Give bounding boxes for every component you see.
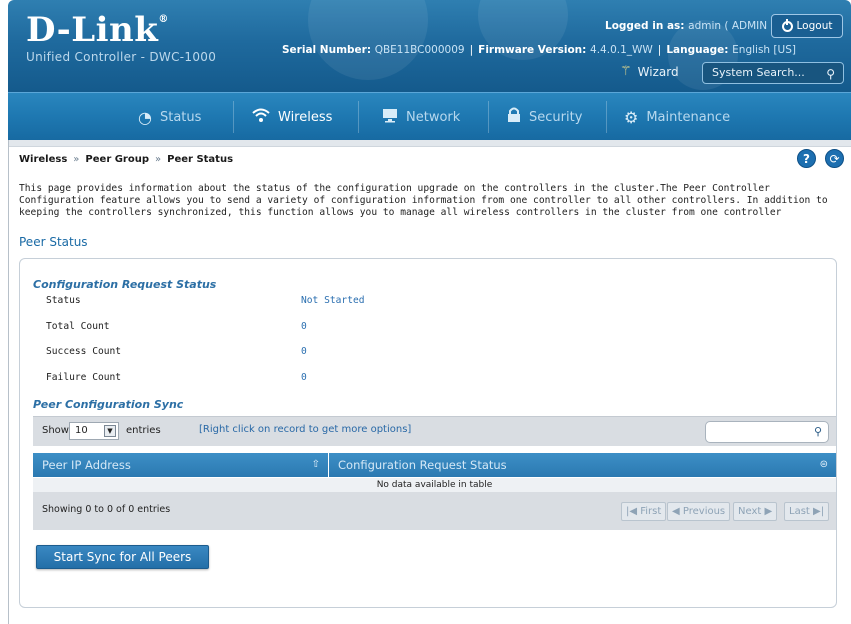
table-search-input[interactable]: ⚲ [705,421,829,443]
gears-icon: ⚙ [624,107,639,127]
chevron-down-icon: ▼ [104,425,116,437]
pagination-last-button[interactable]: Last ▶| [784,502,830,521]
logged-in-label: Logged in as: [605,20,685,32]
serial-value: QBE11BC000009 [374,44,465,56]
wifi-icon [252,107,270,127]
help-icon[interactable]: ? [797,149,816,168]
brand-name: D-Link [26,10,159,50]
right-click-hint: [Right click on record to get more optio… [199,424,412,435]
power-icon [781,18,793,32]
nav-divider [488,101,489,133]
start-sync-button[interactable]: Start Sync for All Peers [36,545,209,569]
nav-status[interactable]: ◔ Status [138,93,201,141]
breadcrumb-separator: » [73,154,80,165]
lock-icon [507,107,521,127]
pagination-next-button[interactable]: Next ▶ [733,502,778,521]
nav-wireless[interactable]: Wireless [252,93,332,141]
previous-page-icon: ◀ [672,506,683,517]
search-icon[interactable]: ⚲ [826,64,835,84]
logout-button[interactable]: Logout [771,14,843,38]
logout-label: Logout [796,20,833,32]
failure-count-value: 0 [301,372,307,383]
pagination-last-label: Last [789,506,810,517]
sort-up-icon: ⇧ [311,459,320,470]
main-nav: ◔ Status Wireless Network Security ⚙ Mai… [8,92,851,140]
page-title: Peer Status [19,235,88,249]
column-header-peer-ip[interactable]: Peer IP Address ⇧ [33,453,328,477]
device-info-bar: Serial Number: QBE11BC000009 | Firmware Ve… [282,44,796,56]
logged-in-user: admin ( ADMIN ) [688,20,775,32]
show-label: Show [42,425,69,436]
serial-label: Serial Number: [282,44,372,56]
app-header: D-Link® Unified Controller - DWC-1000 Lo… [8,0,851,92]
system-search-placeholder: System Search... [712,66,805,79]
next-page-icon: ▶ [761,506,773,517]
entries-per-page-value: 10 [75,425,88,436]
search-icon: ⚲ [813,425,822,438]
header-decoration [308,0,428,80]
config-request-heading: Configuration Request Status [33,278,217,291]
breadcrumb-separator: » [155,154,162,165]
status-value: Not Started [301,295,365,306]
firmware-label: Firmware Version: [478,44,587,56]
entries-label: entries [126,425,161,436]
product-name: Unified Controller - DWC-1000 [26,50,217,64]
wizard-link[interactable]: ⚚ Wizard [620,64,679,79]
success-count-label: Success Count [46,346,122,357]
nav-security-label: Security [529,109,583,125]
nav-subbar [8,140,851,147]
pagination-previous-button[interactable]: ◀ Previous [667,502,731,521]
system-search-input[interactable]: System Search... ⚲ [702,62,844,84]
logged-in-info: Logged in as: admin ( ADMIN ) [605,20,775,32]
nav-status-label: Status [159,109,202,125]
peer-sync-heading: Peer Configuration Sync [33,398,184,411]
breadcrumb-peer-group[interactable]: Peer Group [85,154,149,165]
breadcrumb: Wireless » Peer Group » Peer Status [19,154,233,165]
nav-maintenance[interactable]: ⚙ Maintenance [624,93,730,141]
dlink-logo: D-Link® [26,10,169,50]
language-label: Language: [666,44,729,56]
brand-mark: ® [158,14,169,25]
breadcrumb-wireless[interactable]: Wireless [19,154,67,165]
pagination-first-button[interactable]: |◀ First [621,502,667,521]
total-count-value: 0 [301,321,307,332]
table-empty-message: No data available in table [33,478,836,492]
nav-divider [233,101,234,133]
firmware-value: 4.4.0.1_WW [590,44,653,56]
nav-security[interactable]: Security [507,93,582,141]
nav-maintenance-label: Maintenance [646,109,731,125]
language-selector[interactable]: English [US] [732,44,796,56]
column-header-config-status-label: Configuration Request Status [338,458,507,472]
breadcrumb-peer-status: Peer Status [167,154,234,165]
wizard-label: Wizard [637,64,679,79]
page-description: This page provides information about the… [19,183,828,218]
pagination-previous-label: Previous [682,506,726,517]
column-header-config-status[interactable]: Configuration Request Status ⊜ [329,453,836,477]
pagination-next-label: Next [738,506,762,517]
wizard-wand-icon: ⚚ [620,64,632,79]
column-header-peer-ip-label: Peer IP Address [42,458,131,472]
nav-divider [358,101,359,133]
table-info: Showing 0 to 0 of 0 entries [42,504,171,515]
table-footer: Showing 0 to 0 of 0 entries |◀ First ◀ P… [33,492,836,530]
content-border [8,140,9,624]
monitor-icon [382,108,398,127]
failure-count-label: Failure Count [46,372,122,383]
status-label: Status [46,295,81,306]
nav-wireless-label: Wireless [278,109,333,125]
total-count-label: Total Count [46,321,110,332]
sort-neutral-icon: ⊜ [819,459,828,470]
refresh-icon[interactable]: ⟳ [825,149,844,168]
last-page-icon: ▶| [809,506,825,517]
table-toolbar: Show 10 ▼ entries [Right click on record… [33,416,836,446]
pagination-first-label: First [640,506,662,517]
success-count-value: 0 [301,346,307,357]
entries-per-page-select[interactable]: 10 ▼ [69,422,119,440]
gauge-icon: ◔ [138,107,152,127]
first-page-icon: |◀ [626,506,641,517]
nav-network-label: Network [406,109,461,125]
nav-divider [606,101,607,133]
nav-network[interactable]: Network [382,93,460,141]
